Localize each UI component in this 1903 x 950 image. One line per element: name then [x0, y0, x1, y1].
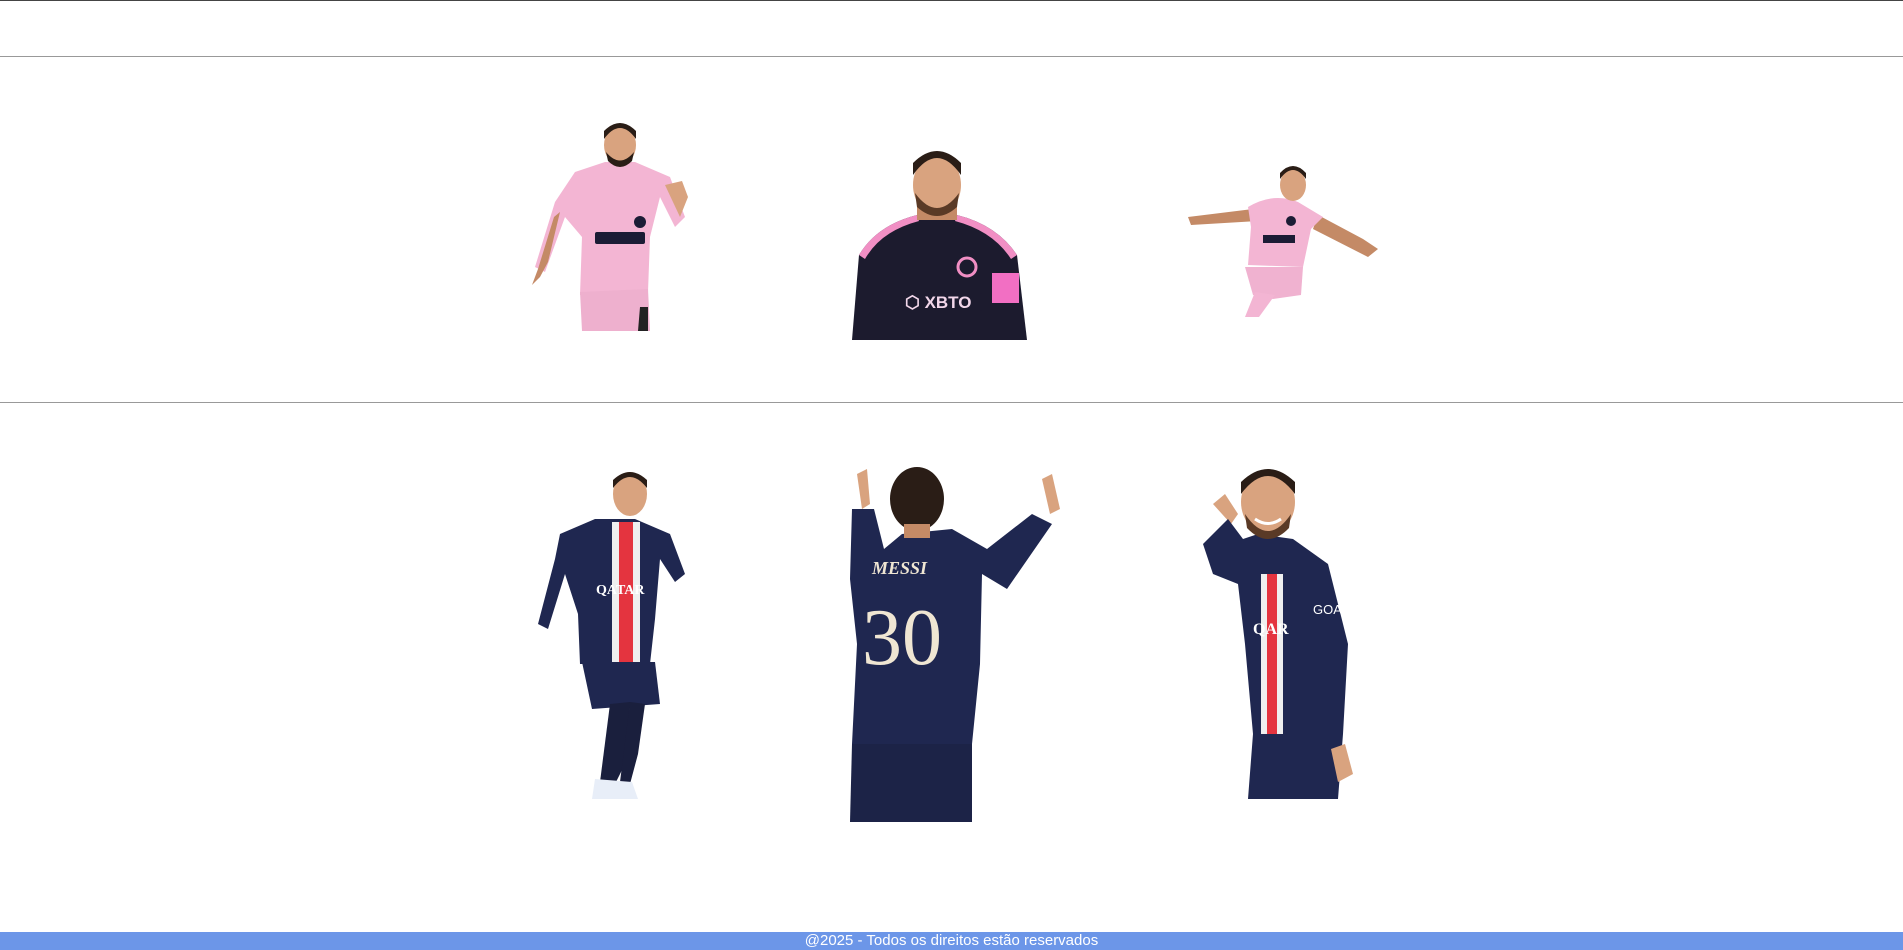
player-navy-kit-back-pointing-photo[interactable]: MESSI 30: [822, 464, 1062, 824]
svg-text:30: 30: [862, 594, 942, 682]
svg-text:QAR: QAR: [1253, 621, 1289, 638]
footer-copyright-text: @2025 - Todos os direitos estão reservad…: [804, 932, 1099, 949]
svg-text:MESSI: MESSI: [871, 558, 928, 578]
gallery-row-1: ⬡ XBTO: [0, 57, 1903, 403]
player-pink-kit-running-photo[interactable]: [520, 117, 705, 332]
player-black-kit-portrait-photo[interactable]: ⬡ XBTO: [847, 145, 1029, 340]
svg-text:QATAR: QATAR: [596, 583, 645, 598]
footer: @2025 - Todos os direitos estão reservad…: [0, 932, 1903, 950]
player-pink-kit-celebrating-photo[interactable]: [1183, 117, 1383, 317]
svg-text:GOAT: GOAT: [1313, 602, 1349, 617]
player-navy-kit-smiling-photo[interactable]: QAR GOAT: [1183, 464, 1383, 799]
page: ⬡ XBTO QATAR MESSI 30 QAR GOAT @2025 - T…: [0, 0, 1903, 950]
top-header-bar: [0, 0, 1903, 57]
gallery-row-2: QATAR MESSI 30 QAR GOAT: [0, 404, 1903, 932]
player-navy-kit-running-photo[interactable]: QATAR: [520, 464, 705, 799]
svg-text:⬡ XBTO: ⬡ XBTO: [905, 293, 971, 312]
